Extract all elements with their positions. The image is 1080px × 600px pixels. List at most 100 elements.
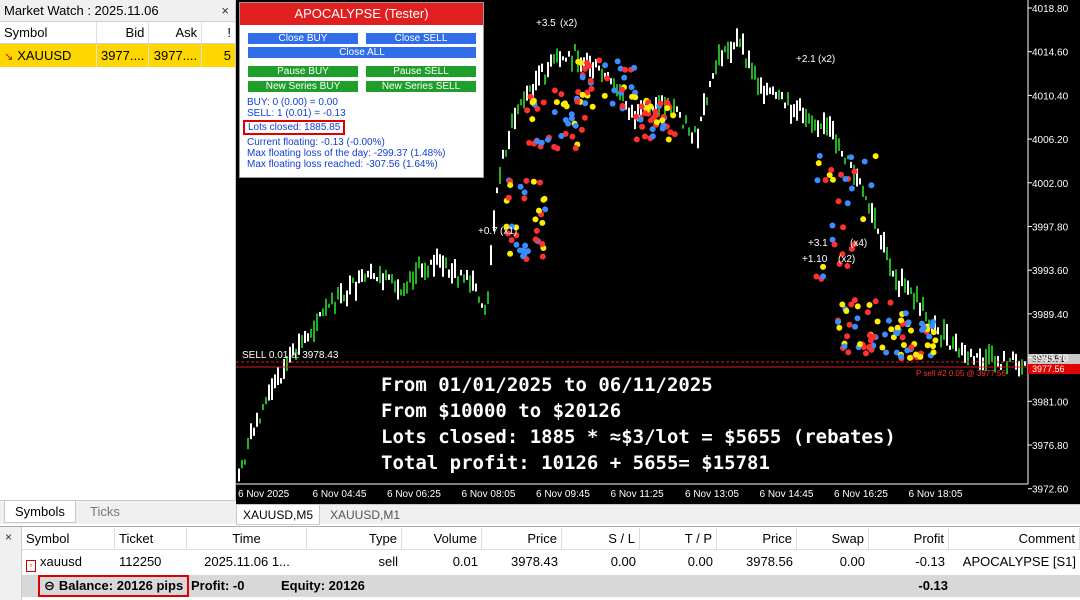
- market-watch-title: Market Watch : 2025.11.06 ×: [0, 0, 235, 22]
- price-label: 4014.60: [1032, 48, 1069, 59]
- equity-label: Equity: 20126: [281, 578, 365, 593]
- close-sell-button[interactable]: Close SELL: [366, 33, 476, 44]
- new-series-buy-button[interactable]: New Series BUY: [248, 81, 358, 92]
- column-symbol[interactable]: Symbol: [0, 22, 97, 43]
- ask-cell: 3977....: [149, 44, 203, 67]
- annotation-10: (x2): [838, 254, 855, 265]
- trade-table-header: Symbol Ticket Time Type Volume Price S /…: [22, 528, 1080, 550]
- time-label: 6 Nov 08:05: [462, 489, 516, 500]
- col-symbol[interactable]: Symbol: [22, 528, 115, 549]
- balance-summary: ⊖ Balance: 20126 pips: [38, 575, 190, 597]
- column-bid[interactable]: Bid: [97, 22, 150, 43]
- market-watch-panel: Market Watch : 2025.11.06 × Symbol Bid A…: [0, 0, 236, 500]
- time-label: 6 Nov 09:45: [536, 489, 590, 500]
- price-label: 3972.60: [1032, 485, 1069, 496]
- col-time[interactable]: Time: [187, 528, 307, 549]
- max-floating-day-label: Max floating loss of the day: -299.37 (1…: [247, 148, 446, 159]
- tester-panel: APOCALYPSE (Tester) Close BUY Close SELL…: [239, 2, 484, 178]
- col-volume[interactable]: Volume: [402, 528, 482, 549]
- time-label: 6 Nov 04:45: [313, 489, 367, 500]
- marker-label: P sell #2 0.05 @ 3977.56: [916, 369, 1006, 378]
- price-label: 4002.00: [1032, 179, 1069, 190]
- price-chart[interactable]: SELL 0.01 a: 3978.43 P sell #2 0.05 @ 39…: [236, 0, 1080, 504]
- price-tag-2: 3977.56: [1032, 364, 1065, 374]
- table-row[interactable]: ▫ xauusd 112250 2025.11.06 1... sell 0.01…: [22, 551, 1080, 573]
- time-label: 6 Nov 11:25: [611, 489, 665, 500]
- col-sl[interactable]: S / L: [562, 528, 640, 549]
- column-ask[interactable]: Ask: [149, 22, 203, 43]
- symbol-name: XAUUSD: [17, 48, 72, 63]
- annotation-1: +3.5: [536, 18, 556, 29]
- row-sl: 0.00: [610, 554, 636, 569]
- arrow-down-icon: ↘: [4, 51, 14, 63]
- col-type[interactable]: Type: [307, 528, 402, 549]
- lots-closed-label: Lots closed: 1885.85: [243, 120, 346, 135]
- market-watch-row[interactable]: ↘ XAUUSD 3977.... 3977.... 5: [0, 44, 235, 67]
- price-label: 3997.80: [1032, 223, 1069, 234]
- tab-symbols[interactable]: Symbols: [4, 501, 76, 523]
- minus-circle-icon[interactable]: ⊖: [44, 578, 55, 593]
- annotation-9: +1.10: [802, 254, 828, 265]
- balance-label: Balance: 20126 pips: [58, 578, 184, 593]
- close-icon[interactable]: ×: [221, 0, 229, 22]
- annotation-4: (x1): [500, 226, 517, 237]
- overlay-line-1: From 01/01/2025 to 06/11/2025: [381, 374, 713, 396]
- annotation-3: +0.7: [478, 226, 498, 237]
- symbol-cell: ↘ XAUUSD: [0, 44, 97, 67]
- tab-ticks[interactable]: Ticks: [80, 501, 130, 523]
- current-floating-label: Current floating: -0.13 (-0.00%): [247, 137, 385, 148]
- price-label: 4010.40: [1032, 91, 1069, 102]
- time-label: 6 Nov 16:25: [834, 489, 888, 500]
- overlay-line-3: Lots closed: 1885 * ≈$3/lot = $5655 (reb…: [381, 426, 896, 448]
- row-tp: 0.00: [687, 554, 713, 569]
- price-label: 3976.80: [1032, 441, 1069, 452]
- col-current-price[interactable]: Price: [717, 528, 797, 549]
- total-profit: -0.13: [918, 578, 948, 593]
- col-comment[interactable]: Comment: [949, 528, 1080, 549]
- time-label: 6 Nov 14:45: [760, 489, 814, 500]
- row-profit: -0.13: [915, 554, 945, 569]
- price-label: 3993.60: [1032, 266, 1069, 277]
- row-swap: 0.00: [839, 554, 865, 569]
- col-swap[interactable]: Swap: [797, 528, 869, 549]
- close-icon[interactable]: ×: [5, 530, 12, 544]
- col-profit[interactable]: Profit: [869, 528, 949, 549]
- results-overlay: From 01/01/2025 to 06/11/2025 From $1000…: [381, 372, 896, 476]
- price-label: 3989.40: [1032, 310, 1069, 321]
- overlay-line-2: From $10000 to $20126: [381, 400, 622, 422]
- buy-summary: BUY: 0 (0.00) = 0.00: [247, 97, 338, 108]
- time-label: 6 Nov 2025: [238, 489, 290, 500]
- chart-tabs: XAUUSD,M5 XAUUSD,M1: [236, 504, 1080, 525]
- sell-order-icon: ▫: [26, 560, 36, 572]
- price-label: 4006.20: [1032, 135, 1069, 146]
- pause-buy-button[interactable]: Pause BUY: [248, 66, 358, 77]
- tester-title: APOCALYPSE (Tester): [240, 3, 483, 25]
- profit-label: Profit: -0: [191, 578, 245, 593]
- col-ticket[interactable]: Ticket: [115, 528, 187, 549]
- time-label: 6 Nov 06:25: [387, 489, 441, 500]
- new-series-sell-button[interactable]: New Series SELL: [366, 81, 476, 92]
- price-axis: 4018.80 4014.60 4010.40 4006.20 4002.00 3997.…: [1028, 4, 1069, 496]
- annotation-2: (x2): [560, 18, 577, 29]
- bid-cell: 3977....: [97, 44, 150, 67]
- tab-xauusd-m5[interactable]: XAUUSD,M5: [236, 505, 321, 525]
- market-watch-header: Symbol Bid Ask !: [0, 22, 235, 44]
- trade-markers-group: [503, 57, 939, 362]
- annotation-7: +3.1: [808, 238, 828, 249]
- max-floating-reached-label: Max floating loss reached: -307.56 (1.64…: [247, 159, 438, 170]
- annotation-5: +2.1: [796, 54, 816, 65]
- sell-entry-label: SELL 0.01 a: 3978.43: [242, 350, 339, 361]
- row-price: 3978.43: [511, 554, 558, 569]
- close-all-button[interactable]: Close ALL: [248, 47, 476, 58]
- overlay-line-4: Total profit: 10126 + 5655= $15781: [381, 452, 770, 474]
- col-price[interactable]: Price: [482, 528, 562, 549]
- row-volume: 0.01: [452, 554, 478, 569]
- column-extra[interactable]: !: [202, 22, 235, 43]
- col-tp[interactable]: T / P: [640, 528, 717, 549]
- price-label: 4018.80: [1032, 4, 1069, 15]
- pause-sell-button[interactable]: Pause SELL: [366, 66, 476, 77]
- row-type: sell: [378, 554, 398, 569]
- close-buy-button[interactable]: Close BUY: [248, 33, 358, 44]
- trade-panel: × Symbol Ticket Time Type Volume Price S…: [0, 526, 1080, 600]
- tab-xauusd-m1[interactable]: XAUUSD,M1: [324, 505, 406, 525]
